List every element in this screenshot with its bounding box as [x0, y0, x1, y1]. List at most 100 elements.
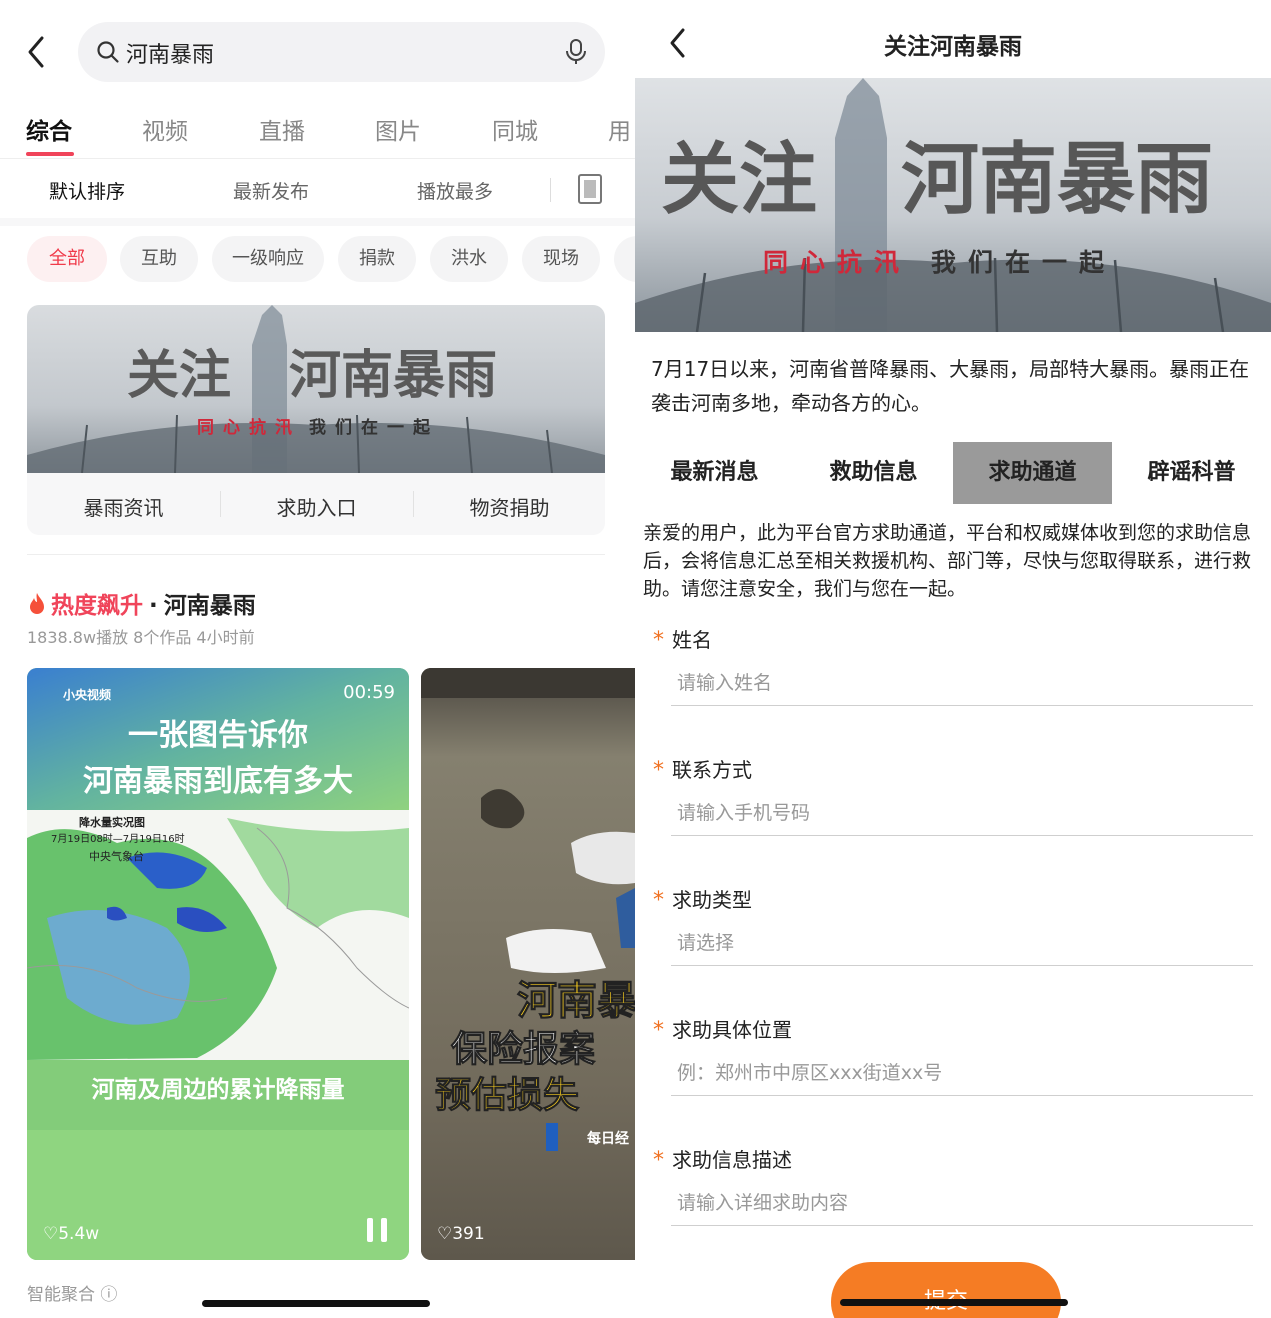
layout-toggle-icon[interactable] — [578, 174, 602, 204]
result-tabs: 综合 视频 直播 图片 同城 用 — [0, 100, 635, 158]
banner-slogan-red: 同心抗汛 — [197, 417, 301, 437]
media-logo-text: 每日经 — [587, 1131, 629, 1147]
video-card[interactable]: 河南暴 保险报案 预估损失 每日经 ♡391 — [421, 668, 635, 1260]
sort-options: 默认排序 最新发布 播放最多 — [0, 160, 635, 218]
hot-topic-meta: 1838.8w播放 8个作品 4小时前 — [27, 628, 255, 647]
tab-help-channel[interactable]: 求助通道 — [953, 442, 1112, 504]
filter-chips: 全部 互助 一级响应 捐款 洪水 现场 — [0, 236, 635, 282]
banner-title-right: 河南暴雨 — [289, 347, 497, 405]
banner-slogan-dark: 我们在一起 — [931, 248, 1116, 277]
video-caption: 河南及周边的累计降雨量 — [91, 1077, 345, 1102]
sort-default[interactable]: 默认排序 — [49, 177, 125, 204]
video-headline-2: 河南暴雨到底有多大 — [83, 765, 353, 798]
microphone-icon[interactable] — [563, 38, 589, 66]
intro-text: 7月17日以来，河南省普降暴雨、大暴雨，局部特大暴雨。暴雨正在袭击河南多地，牵动… — [651, 357, 1250, 415]
tab-rescue-info[interactable]: 救助信息 — [794, 442, 953, 504]
help-channel-screen: 关注河南暴雨 关注 河南暴雨 同心抗汛 我们在一起 7月17日以来，河南省普降暴… — [635, 0, 1271, 1318]
help-notice: 亲爱的用户，此为平台官方求助通道，平台和权威媒体收到您的求助信息后，会将信息汇总… — [643, 522, 1252, 600]
video-likes: ♡5.4w — [43, 1224, 100, 1244]
hot-topic-title[interactable]: 热度飙升 · 河南暴雨 — [27, 586, 256, 619]
page-header: 关注河南暴雨 — [635, 0, 1271, 78]
video-duration: 00:59 — [343, 682, 395, 703]
map-period: 7月19日08时—7月19日16时 — [51, 834, 185, 845]
name-field-group: * 姓名 — [635, 624, 1271, 754]
video-headline-1: 河南暴 — [517, 978, 636, 1024]
chip-mutual-aid[interactable]: 互助 — [120, 236, 198, 282]
location-label: 求助具体位置 — [672, 1018, 792, 1042]
section-tabs: 最新消息 救助信息 求助通道 辟谣科普 — [635, 442, 1271, 504]
chip-level-one-response[interactable]: 一级响应 — [212, 236, 324, 282]
required-mark: * — [653, 888, 664, 913]
description-field-group: * 求助信息描述 — [635, 1144, 1271, 1274]
banner-links: 暴雨资讯 求助入口 物资捐助 — [27, 473, 605, 535]
tab-rumor-science[interactable]: 辟谣科普 — [1112, 442, 1271, 504]
tab-users[interactable]: 用 — [608, 112, 631, 146]
back-arrow-icon[interactable] — [22, 34, 52, 70]
hot-topic-name: 河南暴雨 — [163, 593, 256, 619]
hot-tag: 热度飙升 — [51, 593, 143, 619]
video-headline-2: 保险报案 — [450, 1029, 596, 1070]
description-input[interactable] — [671, 1180, 1253, 1226]
tab-images[interactable]: 图片 — [375, 112, 421, 146]
banner-image: 关注 河南暴雨 同心抗汛 我们在一起 — [27, 305, 605, 473]
link-supply-donation[interactable]: 物资捐助 — [413, 492, 605, 521]
video-likes: ♡391 — [437, 1224, 485, 1244]
video-source-label: 小央视频 — [63, 688, 112, 702]
required-mark: * — [653, 1018, 664, 1043]
chip-flood[interactable]: 洪水 — [430, 236, 508, 282]
location-field-group: * 求助具体位置 — [635, 1014, 1271, 1144]
sort-latest[interactable]: 最新发布 — [233, 177, 309, 204]
video-headline-1: 一张图告诉你 — [128, 719, 308, 752]
smart-aggregation-label[interactable]: 智能聚合 ⓘ — [27, 1280, 117, 1305]
video-headline-3: 预估损失 — [434, 1075, 580, 1116]
search-icon — [97, 41, 119, 63]
banner-image: 关注 河南暴雨 同心抗汛 我们在一起 — [635, 78, 1271, 332]
video-thumbnail — [421, 668, 635, 1260]
sort-most-played[interactable]: 播放最多 — [417, 177, 493, 204]
topic-banner-card[interactable]: 关注 河南暴雨 同心抗汛 我们在一起 暴雨资讯 求助入口 物资捐助 — [27, 305, 605, 535]
video-card[interactable]: 小央视频 00:59 一张图告诉你 河南暴雨到底有多大 降水量实况图 7月19日… — [27, 668, 409, 1260]
tab-latest-news[interactable]: 最新消息 — [635, 442, 794, 504]
search-bar[interactable]: 河南暴雨 — [78, 22, 605, 82]
chip-donation[interactable]: 捐款 — [338, 236, 416, 282]
divider — [550, 178, 551, 202]
chip-more[interactable] — [614, 236, 635, 282]
link-rain-news[interactable]: 暴雨资讯 — [27, 492, 220, 521]
separator-dot: · — [149, 593, 158, 619]
home-indicator — [840, 1299, 1068, 1306]
tab-video[interactable]: 视频 — [142, 112, 188, 146]
banner-title-left: 关注 — [127, 347, 231, 405]
chip-scene[interactable]: 现场 — [522, 236, 600, 282]
help-type-label: 求助类型 — [672, 888, 752, 912]
divider — [0, 218, 635, 226]
description-label: 求助信息描述 — [672, 1148, 792, 1172]
page-title: 关注河南暴雨 — [884, 34, 1022, 60]
name-input[interactable] — [671, 660, 1253, 706]
contact-field-group: * 联系方式 — [635, 754, 1271, 884]
map-organization: 中央气象台 — [89, 850, 144, 863]
pause-icon[interactable] — [367, 1218, 387, 1242]
required-mark: * — [653, 1148, 664, 1173]
chip-all[interactable]: 全部 — [27, 236, 107, 282]
banner-slogan-dark: 我们在一起 — [309, 417, 439, 437]
divider — [27, 554, 605, 555]
active-tab-indicator — [26, 152, 74, 156]
search-query[interactable]: 河南暴雨 — [126, 37, 214, 69]
banner-title-left: 关注 — [661, 135, 817, 223]
help-type-select[interactable] — [671, 920, 1253, 966]
banner-title-right: 河南暴雨 — [901, 135, 1213, 223]
tab-comprehensive[interactable]: 综合 — [26, 112, 72, 146]
map-title: 降水量实况图 — [79, 816, 145, 829]
tab-local[interactable]: 同城 — [492, 112, 538, 146]
phone-input[interactable] — [671, 790, 1253, 836]
help-type-field-group: * 求助类型 — [635, 884, 1271, 1014]
home-indicator — [202, 1300, 430, 1307]
tab-live[interactable]: 直播 — [259, 112, 305, 146]
contact-label: 联系方式 — [672, 758, 752, 782]
required-mark: * — [653, 628, 664, 653]
banner-slogan-red: 同心抗汛 — [763, 248, 911, 277]
name-label: 姓名 — [672, 628, 712, 652]
location-input[interactable] — [671, 1050, 1253, 1096]
submit-button[interactable]: 提交 — [831, 1262, 1061, 1318]
link-help-entry[interactable]: 求助入口 — [220, 492, 413, 521]
